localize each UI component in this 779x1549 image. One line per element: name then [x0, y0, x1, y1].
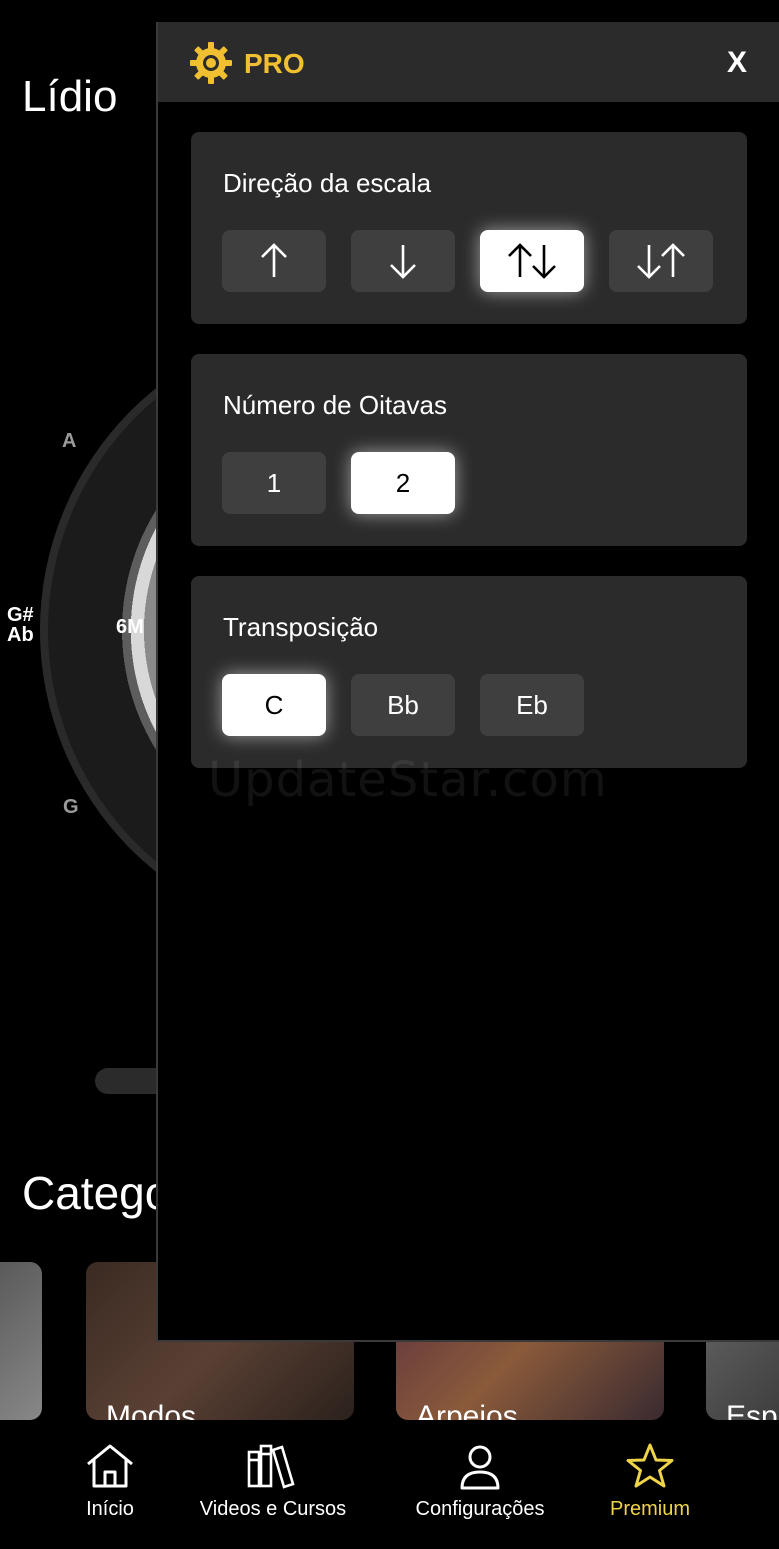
close-button[interactable]: X: [727, 46, 747, 80]
arrow-up-down-icon: [508, 243, 556, 279]
bottom-nav: Início Videos e Cursos Configurações Pre…: [0, 1420, 779, 1549]
transpose-bb-button[interactable]: Bb: [351, 674, 455, 736]
nav-item-configuracoes[interactable]: Configurações: [402, 1442, 558, 1521]
wheel-note-a-flat: Ab: [7, 624, 34, 646]
books-icon: [247, 1444, 295, 1489]
arrow-down-icon: [390, 245, 416, 279]
nav-item-inicio[interactable]: Início: [70, 1442, 150, 1521]
scale-direction-section: Direção da escala: [191, 132, 747, 324]
wheel-note-g: G: [63, 796, 79, 818]
panel-header: PRO X: [158, 22, 779, 102]
nav-label: Início: [86, 1498, 134, 1520]
pro-label: PRO: [244, 48, 305, 79]
page-title: Lídio: [22, 72, 118, 121]
octave-1-button[interactable]: 1: [222, 452, 326, 514]
category-card[interactable]: [0, 1262, 42, 1420]
user-icon: [460, 1445, 500, 1490]
transpose-c-button[interactable]: C: [222, 674, 326, 736]
arrow-up-icon: [261, 243, 287, 277]
transposition-section: Transposição C Bb Eb: [191, 576, 747, 768]
section-title: Direção da escala: [223, 168, 432, 198]
octave-2-button[interactable]: 2: [351, 452, 455, 514]
nav-item-premium[interactable]: Premium: [602, 1442, 698, 1521]
gear-icon: [190, 42, 232, 84]
wheel-degree-6m: 6M: [116, 616, 144, 638]
section-title: Número de Oitavas: [223, 390, 447, 420]
category-label: Modos: [106, 1400, 197, 1420]
octaves-section: Número de Oitavas 1 2: [191, 354, 747, 546]
transpose-eb-button[interactable]: Eb: [480, 674, 584, 736]
nav-label: Configurações: [415, 1498, 545, 1520]
category-label: Esp: [726, 1400, 778, 1420]
section-title: Transposição: [223, 612, 379, 642]
pro-settings-panel: PRO X Direção da escala Número de Oitava…: [156, 22, 779, 1342]
category-label: Arpejos: [416, 1400, 518, 1420]
direction-up-button[interactable]: [222, 230, 326, 292]
home-icon: [87, 1444, 133, 1488]
categories-heading: Catego: [22, 1167, 171, 1219]
direction-down-button[interactable]: [351, 230, 455, 292]
direction-down-up-button[interactable]: [609, 230, 713, 292]
direction-up-down-button[interactable]: [480, 230, 584, 292]
nav-label: Premium: [609, 1498, 690, 1520]
nav-item-videos[interactable]: Videos e Cursos: [188, 1442, 358, 1521]
star-icon: [626, 1443, 674, 1488]
arrow-down-up-icon: [637, 243, 685, 279]
nav-label: Videos e Cursos: [199, 1498, 347, 1520]
wheel-note-a: A: [62, 430, 77, 452]
